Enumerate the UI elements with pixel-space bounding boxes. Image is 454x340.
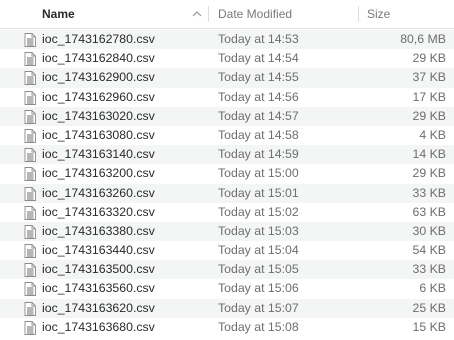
file-name: ioc_1743162840.csv (42, 51, 155, 66)
file-date-modified: Today at 15:07 (218, 300, 299, 315)
file-row[interactable]: ioc_1743163500.csv Today at 15:05 33 KB (0, 260, 454, 280)
file-size: 29 KB (412, 51, 447, 66)
file-row[interactable]: ioc_1743163200.csv Today at 15:00 29 KB (0, 164, 454, 183)
file-name: ioc_1743163440.csv (42, 243, 155, 258)
csv-document-icon (24, 320, 36, 335)
file-row[interactable]: ioc_1743162840.csv Today at 14:54 29 KB (0, 49, 454, 68)
file-size: 17 KB (412, 89, 447, 104)
csv-document-icon (24, 186, 36, 201)
file-date-modified: Today at 14:56 (218, 89, 299, 104)
file-size: 6 KB (419, 281, 446, 296)
file-date-modified: Today at 14:55 (218, 70, 299, 85)
file-date-modified: Today at 14:53 (218, 32, 299, 46)
file-row[interactable]: ioc_1743163680.csv Today at 15:08 15 KB (0, 318, 454, 337)
file-name: ioc_1743163260.csv (42, 185, 155, 200)
file-list: ioc_1743162780.csv Today at 14:53 80,6 MB i… (0, 30, 454, 337)
file-name: ioc_1743163500.csv (42, 262, 155, 277)
finder-list-view: Name Date Modified Size ioc_1743162780.c… (0, 0, 454, 340)
column-header-date-modified[interactable]: Date Modified (218, 0, 348, 28)
file-size: 29 KB (412, 166, 447, 181)
file-row[interactable]: ioc_1743163080.csv Today at 14:58 4 KB (0, 126, 454, 145)
file-size: 54 KB (412, 243, 447, 258)
file-size: 29 KB (412, 108, 447, 123)
csv-document-icon (24, 71, 36, 86)
file-date-modified: Today at 15:02 (218, 204, 299, 219)
file-name: ioc_1743163380.csv (42, 223, 155, 238)
file-size: 4 KB (419, 127, 446, 142)
csv-document-icon (24, 90, 36, 105)
csv-document-icon (24, 128, 36, 143)
csv-document-icon (24, 33, 36, 47)
file-size: 33 KB (412, 262, 447, 277)
csv-document-icon (24, 52, 36, 67)
csv-document-icon (24, 301, 36, 316)
file-name: ioc_1743162780.csv (42, 32, 155, 46)
file-row[interactable]: ioc_1743163140.csv Today at 14:59 14 KB (0, 145, 454, 165)
file-row[interactable]: ioc_1743163440.csv Today at 15:04 54 KB (0, 241, 454, 260)
file-row[interactable]: ioc_1743162960.csv Today at 14:56 17 KB (0, 88, 454, 107)
file-date-modified: Today at 15:05 (218, 262, 299, 277)
file-date-modified: Today at 15:04 (218, 243, 299, 258)
file-row[interactable]: ioc_1743163620.csv Today at 15:07 25 KB (0, 298, 454, 318)
file-date-modified: Today at 15:01 (218, 185, 299, 200)
csv-document-icon (24, 282, 36, 297)
file-date-modified: Today at 14:58 (218, 127, 299, 142)
file-date-modified: Today at 14:59 (218, 147, 299, 162)
file-name: ioc_1743163620.csv (42, 300, 155, 315)
file-row[interactable]: ioc_1743163020.csv Today at 14:57 29 KB (0, 106, 454, 126)
file-size: 15 KB (412, 319, 447, 334)
file-row[interactable]: ioc_1743163260.csv Today at 15:01 33 KB (0, 183, 454, 203)
file-size: 30 KB (412, 223, 447, 238)
file-row[interactable]: ioc_1743163380.csv Today at 15:03 30 KB (0, 221, 454, 242)
sort-chevron-up-icon[interactable] (192, 10, 202, 18)
column-divider[interactable] (358, 6, 359, 22)
file-row[interactable]: ioc_1743163320.csv Today at 15:02 63 KB (0, 203, 454, 222)
file-size: 37 KB (412, 70, 447, 85)
file-row[interactable]: ioc_1743162780.csv Today at 14:53 80,6 MB (0, 30, 454, 50)
file-size: 33 KB (412, 185, 447, 200)
file-row[interactable]: ioc_1743163560.csv Today at 15:06 6 KB (0, 279, 454, 298)
file-date-modified: Today at 14:54 (218, 51, 299, 66)
column-header-bar: Name Date Modified Size (0, 0, 454, 29)
file-size: 25 KB (412, 300, 447, 315)
file-size: 80,6 MB (400, 32, 446, 46)
file-size: 63 KB (412, 204, 447, 219)
file-date-modified: Today at 14:57 (218, 108, 299, 123)
file-name: ioc_1743163560.csv (42, 281, 155, 296)
csv-document-icon (24, 205, 36, 220)
file-row[interactable]: ioc_1743162900.csv Today at 14:55 37 KB (0, 68, 454, 88)
file-date-modified: Today at 15:08 (218, 319, 299, 334)
file-name: ioc_1743162900.csv (42, 70, 155, 85)
file-name: ioc_1743163680.csv (42, 319, 155, 334)
csv-document-icon (24, 167, 36, 182)
csv-document-icon (24, 224, 36, 239)
csv-document-icon (24, 244, 36, 259)
file-date-modified: Today at 15:00 (218, 166, 299, 181)
file-name: ioc_1743163320.csv (42, 204, 155, 219)
file-name: ioc_1743163080.csv (42, 127, 155, 142)
file-date-modified: Today at 15:03 (218, 223, 299, 238)
column-divider[interactable] (208, 6, 209, 22)
column-header-name[interactable]: Name (42, 0, 202, 28)
file-name: ioc_1743163200.csv (42, 166, 155, 181)
csv-document-icon (24, 109, 36, 124)
file-size: 14 KB (412, 147, 447, 162)
column-header-size[interactable]: Size (367, 0, 437, 28)
file-name: ioc_1743163020.csv (42, 108, 155, 123)
file-name: ioc_1743162960.csv (42, 89, 155, 104)
csv-document-icon (24, 263, 36, 278)
csv-document-icon (24, 148, 36, 163)
file-name: ioc_1743163140.csv (42, 147, 155, 162)
file-date-modified: Today at 15:06 (218, 281, 299, 296)
